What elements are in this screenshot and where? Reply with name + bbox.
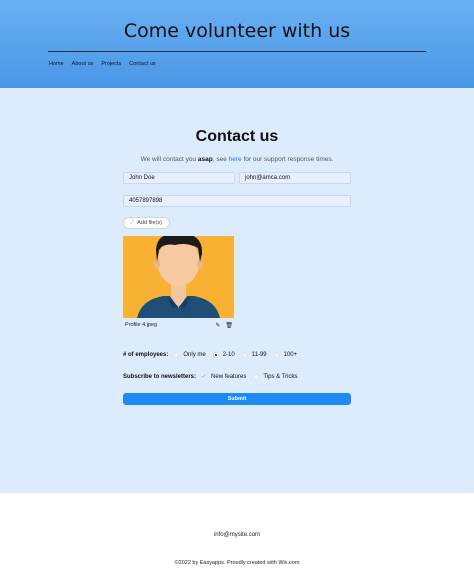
contact-section — [0, 88, 474, 493]
newsletter-group: Subscribe to newsletters: ✓ New features … — [123, 374, 305, 380]
check-icon[interactable]: ✓ — [201, 374, 207, 380]
site-title: Come volunteer with us — [123, 20, 351, 42]
radio-only-me[interactable] — [173, 352, 180, 358]
subtitle-text-3: for our support response times. — [241, 156, 334, 163]
footer-copyright: ©2022 by Easyapps. Proudly created with … — [174, 560, 300, 566]
subtitle-text-2: , see — [212, 156, 229, 163]
nav-home[interactable]: Home — [49, 61, 64, 67]
option-label: Tips & Tricks — [263, 374, 298, 380]
main-nav: Home About us Projects Contact us — [49, 61, 156, 67]
file-name: Profile 4.jpeg — [125, 322, 158, 328]
checkbox-tips[interactable] — [253, 374, 260, 380]
contact-subtitle: We will contact you asap, see here for o… — [0, 156, 474, 163]
option-label: 100+ — [283, 352, 298, 358]
employees-group: # of employees: Only me 2-10 11-99 100+ — [123, 352, 304, 358]
option-label: 2-10 — [222, 352, 235, 358]
site-header: Come volunteer with us Home About us Pro… — [0, 0, 474, 88]
option-label: 11-99 — [251, 352, 267, 358]
radio-2-10[interactable] — [212, 352, 219, 358]
employees-option-2-10[interactable]: 2-10 — [212, 352, 235, 358]
header-divider — [48, 51, 426, 52]
radio-100-plus[interactable] — [273, 352, 280, 358]
edit-icon[interactable]: ✎ — [215, 322, 220, 329]
page-title: Contact us — [195, 128, 279, 145]
subtitle-bold: asap — [197, 156, 213, 163]
nav-contact-us[interactable]: Contact us — [129, 61, 155, 67]
add-files-label: Add file(s) — [137, 220, 162, 226]
support-times-link[interactable]: here — [229, 156, 242, 163]
employees-option-11-99[interactable]: 11-99 — [241, 352, 267, 358]
subtitle-text-1: We will contact you — [140, 156, 198, 163]
trash-icon[interactable]: 🗑 — [225, 322, 233, 329]
file-actions: ✎ 🗑 — [215, 322, 233, 329]
avatar — [123, 236, 234, 318]
submit-button[interactable]: Submit — [123, 393, 351, 405]
paperclip-icon: ⟋ — [130, 220, 135, 226]
option-label: Only me — [183, 352, 206, 358]
newsletter-option-tips[interactable]: Tips & Tricks — [253, 374, 298, 380]
uploaded-file-row: Profile 4.jpeg ✎ 🗑 — [125, 322, 235, 331]
employees-option-only-me[interactable]: Only me — [173, 352, 206, 358]
newsletter-label: Subscribe to newsletters: — [123, 374, 197, 380]
name-field[interactable]: John Doe — [123, 172, 235, 184]
radio-11-99[interactable] — [241, 352, 248, 358]
phone-field[interactable]: 4057897898 — [123, 195, 351, 207]
nav-about-us[interactable]: About us — [72, 61, 94, 67]
employees-option-100-plus[interactable]: 100+ — [273, 352, 298, 358]
nav-projects[interactable]: Projects — [101, 61, 121, 67]
newsletter-option-new-features[interactable]: ✓ New features — [201, 374, 247, 380]
option-label: New features — [211, 374, 247, 380]
email-field[interactable]: john@amca.com — [239, 172, 351, 184]
employees-label: # of employees: — [123, 352, 169, 358]
add-files-button[interactable]: ⟋ Add file(s) — [123, 217, 170, 229]
footer-email[interactable]: info@mysite.com — [0, 532, 474, 538]
uploaded-image-preview — [123, 236, 234, 318]
